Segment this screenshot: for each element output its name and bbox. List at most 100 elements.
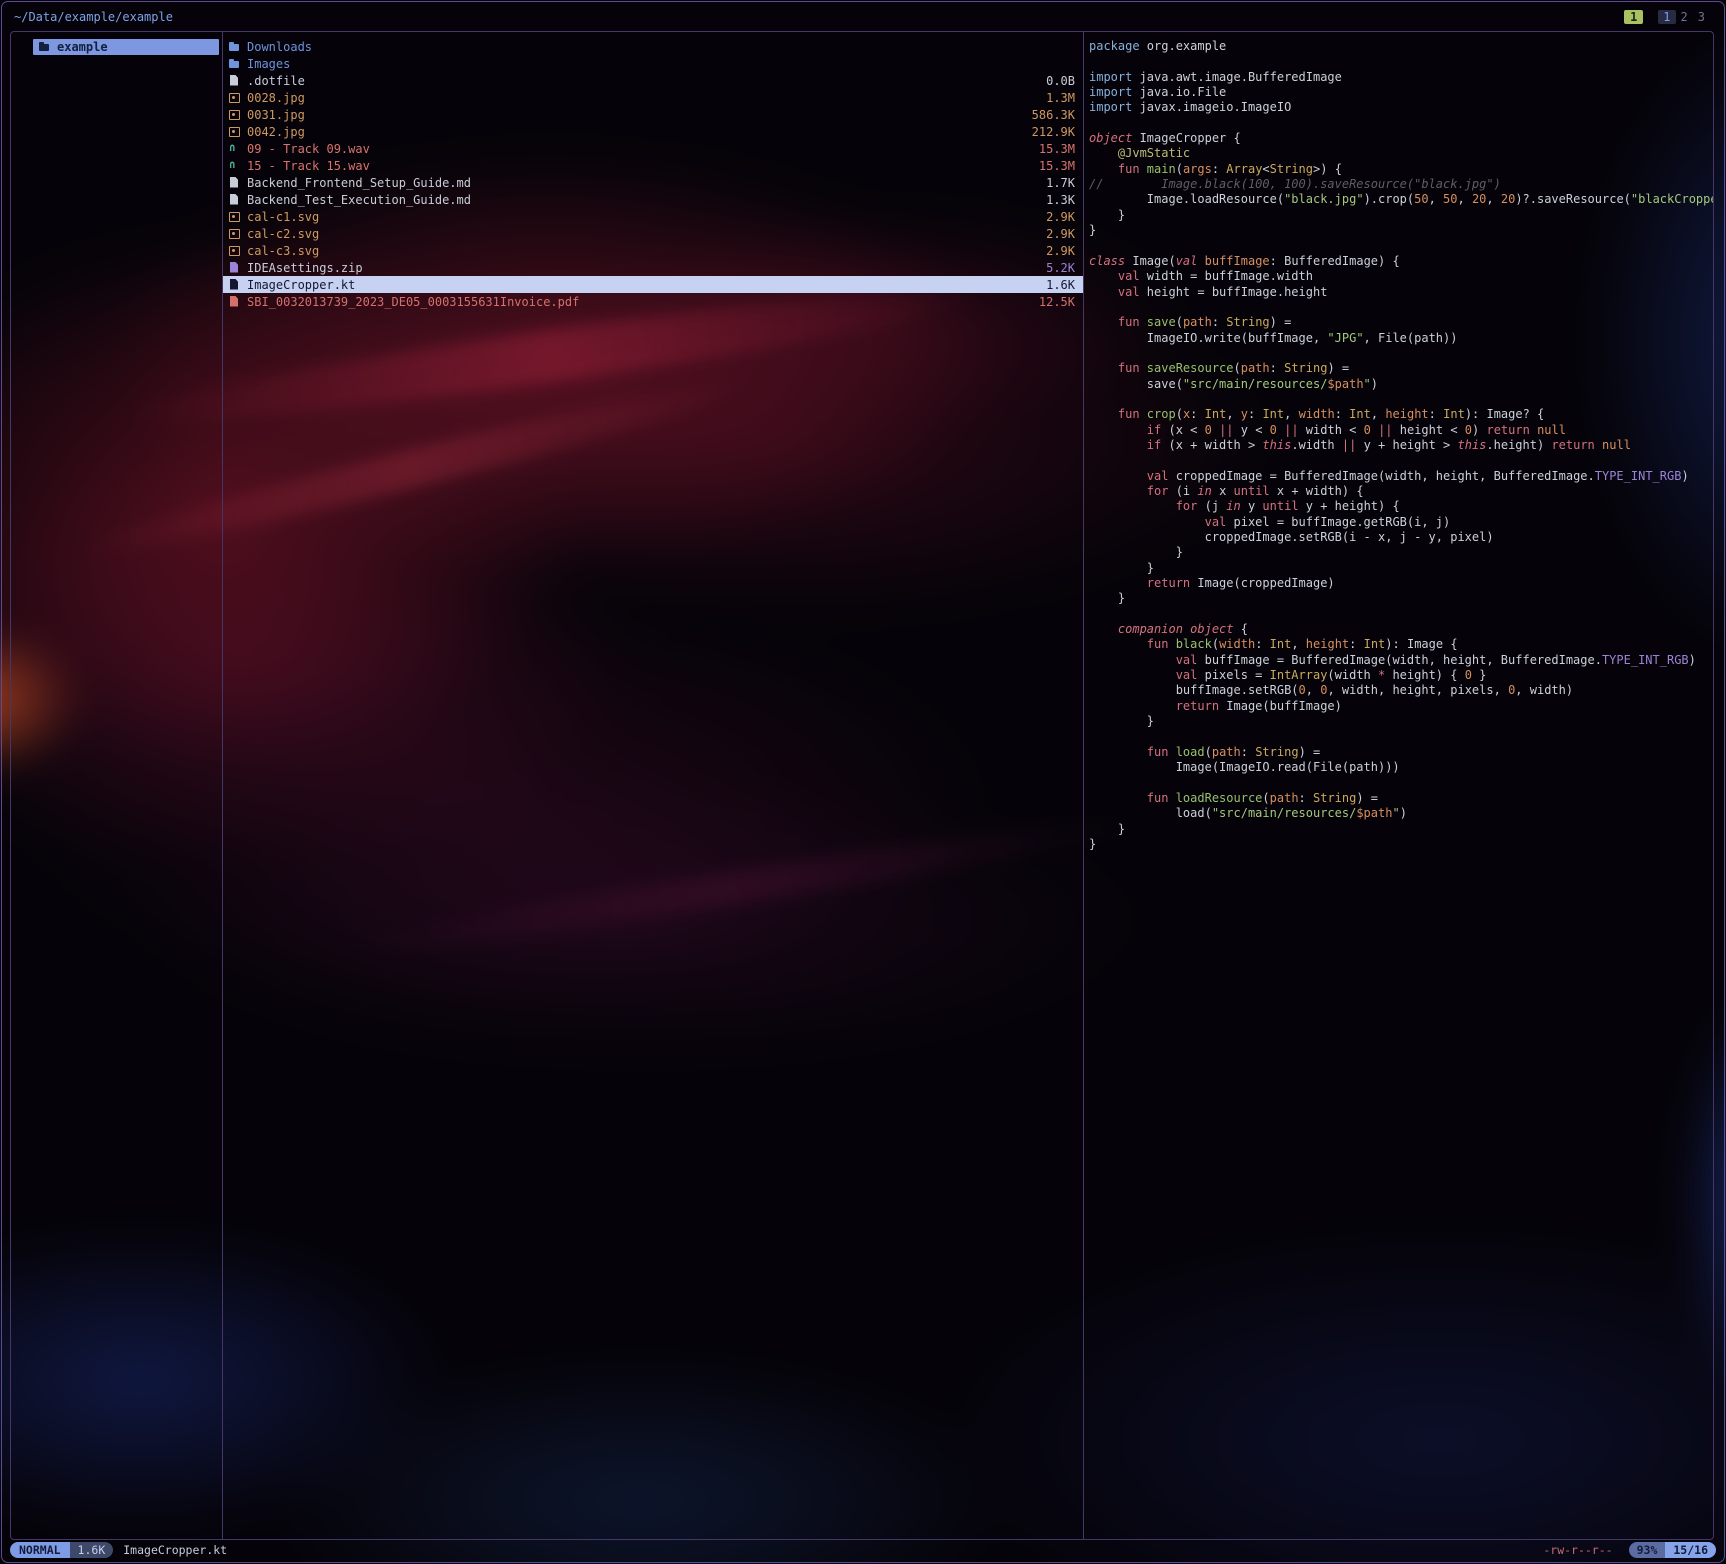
file-row[interactable]: ImageCropper.kt1.6K xyxy=(223,276,1083,293)
file-name: Images xyxy=(247,57,290,71)
file-row[interactable]: 0028.jpg 1.3M xyxy=(223,89,1083,106)
code-line xyxy=(1089,300,1713,315)
code-line xyxy=(1089,607,1713,622)
code-line xyxy=(1089,453,1713,468)
file-name: Backend_Test_Execution_Guide.md xyxy=(247,193,471,207)
preview-pane: package org.example import java.awt.imag… xyxy=(1084,32,1713,1539)
code-line: val width = buffImage.width xyxy=(1089,269,1713,284)
file-row[interactable]: 15 - Track 15.wav15.3M xyxy=(223,157,1083,174)
audio-icon xyxy=(229,143,241,155)
file-row[interactable]: Downloads xyxy=(223,38,1083,55)
file-name: cal-c1.svg xyxy=(247,210,319,224)
code-line: fun saveResource(path: String) = xyxy=(1089,361,1713,376)
image-icon xyxy=(229,109,241,121)
archive-icon xyxy=(229,262,241,274)
code-line: load("src/main/resources/$path") xyxy=(1089,806,1713,821)
code-line: fun save(path: String) = xyxy=(1089,315,1713,330)
code-line: for (i in x until x + width) { xyxy=(1089,484,1713,499)
file-icon xyxy=(229,279,241,291)
code-line: fun crop(x: Int, y: Int, width: Int, hei… xyxy=(1089,407,1713,422)
terminal-screen: ~/Data/example/example 1 123 example Dow… xyxy=(0,0,1726,1564)
code-line: return Image(croppedImage) xyxy=(1089,576,1713,591)
code-line: Image.loadResource("black.jpg").crop(50,… xyxy=(1089,192,1713,207)
code-line: } xyxy=(1089,822,1713,837)
file-name: SBI_0032013739_2023_DE05_0003155631Invoi… xyxy=(247,295,579,309)
parent-directory-item[interactable]: example xyxy=(33,39,219,55)
code-line: import java.io.File xyxy=(1089,85,1713,100)
file-name: 09 - Track 09.wav xyxy=(247,142,370,156)
code-line: } xyxy=(1089,714,1713,729)
code-line: val buffImage = BufferedImage(width, hei… xyxy=(1089,653,1713,668)
markdown-icon xyxy=(229,177,241,189)
code-line: Image(ImageIO.read(File(path))) xyxy=(1089,760,1713,775)
file-size: 0.0B xyxy=(1036,74,1075,88)
code-line: val croppedImage = BufferedImage(width, … xyxy=(1089,469,1713,484)
file-size: 1.3M xyxy=(1036,91,1075,105)
code-line: package org.example xyxy=(1089,39,1713,54)
file-row[interactable]: Images xyxy=(223,55,1083,72)
file-size: 212.9K xyxy=(1022,125,1075,139)
code-line: // Image.black(100, 100).saveResource("b… xyxy=(1089,177,1713,192)
top-bar: ~/Data/example/example 1 123 xyxy=(14,6,1710,28)
tab-3[interactable]: 3 xyxy=(1693,10,1710,24)
code-line: } xyxy=(1089,561,1713,576)
file-name: .dotfile xyxy=(247,74,305,88)
file-row[interactable]: SBI_0032013739_2023_DE05_0003155631Invoi… xyxy=(223,293,1083,310)
panes-container: example DownloadsImages.dotfile0.0B0028.… xyxy=(10,31,1714,1540)
file-name: Backend_Frontend_Setup_Guide.md xyxy=(247,176,471,190)
code-line xyxy=(1089,238,1713,253)
file-name: IDEAsettings.zip xyxy=(247,261,363,275)
code-line xyxy=(1089,54,1713,69)
file-row[interactable]: .dotfile 0.0B xyxy=(223,72,1083,89)
code-line: } xyxy=(1089,591,1713,606)
file-row[interactable]: cal-c1.svg 2.9K xyxy=(223,208,1083,225)
code-line: val height = buffImage.height xyxy=(1089,285,1713,300)
file-row[interactable]: 0031.jpg586.3K xyxy=(223,106,1083,123)
code-line: companion object { xyxy=(1089,622,1713,637)
code-line: fun black(width: Int, height: Int): Imag… xyxy=(1089,637,1713,652)
file-row[interactable]: Backend_Frontend_Setup_Guide.md 1.7K xyxy=(223,174,1083,191)
file-size: 12.5K xyxy=(1029,295,1075,309)
file-size: 2.9K xyxy=(1036,210,1075,224)
tab-1[interactable]: 1 xyxy=(1658,10,1675,24)
file-row[interactable]: cal-c2.svg2.9K xyxy=(223,225,1083,242)
audio-icon xyxy=(229,160,241,172)
code-line: fun main(args: Array<String>) { xyxy=(1089,162,1713,177)
current-directory-pane: DownloadsImages.dotfile0.0B0028.jpg1.3M0… xyxy=(223,32,1084,1539)
file-name: 0042.jpg xyxy=(247,125,305,139)
tab-2[interactable]: 2 xyxy=(1676,10,1693,24)
file-row[interactable]: IDEAsettings.zip5.2K xyxy=(223,259,1083,276)
code-line: fun loadResource(path: String) = xyxy=(1089,791,1713,806)
code-line xyxy=(1089,729,1713,744)
file-size: 1.6K xyxy=(1036,278,1075,292)
code-line xyxy=(1089,116,1713,131)
image-icon xyxy=(229,245,241,257)
status-bar: NORMAL 1.6K ImageCropper.kt -rw-r--r-- 9… xyxy=(10,1542,1716,1558)
file-name: cal-c2.svg xyxy=(247,227,319,241)
file-row[interactable]: Backend_Test_Execution_Guide.md 1.3K xyxy=(223,191,1083,208)
file-row[interactable]: 0042.jpg 212.9K xyxy=(223,123,1083,140)
code-line: if (x < 0 || y < 0 || width < 0 || heigh… xyxy=(1089,423,1713,438)
file-name: 0028.jpg xyxy=(247,91,305,105)
code-line: croppedImage.setRGB(i - x, j - y, pixel) xyxy=(1089,530,1713,545)
code-line: import java.awt.image.BufferedImage xyxy=(1089,70,1713,85)
folder-icon xyxy=(39,41,51,53)
parent-directory-list: example xyxy=(11,39,222,55)
file-size: 1.3K xyxy=(1036,193,1075,207)
file-name: 15 - Track 15.wav xyxy=(247,159,370,173)
code-line xyxy=(1089,776,1713,791)
file-size: 15.3M xyxy=(1029,142,1075,156)
breadcrumb-path: ~/Data/example/example xyxy=(14,10,173,24)
file-size: 1.7K xyxy=(1036,176,1075,190)
pdf-icon xyxy=(229,296,241,308)
yazi-file-manager-window: ~/Data/example/example 1 123 example Dow… xyxy=(1,1,1725,1563)
mode-badge: NORMAL xyxy=(10,1542,70,1558)
folder-icon xyxy=(229,41,241,53)
file-row[interactable]: cal-c3.svg2.9K xyxy=(223,242,1083,259)
code-line xyxy=(1089,346,1713,361)
file-row[interactable]: 09 - Track 09.wav 15.3M xyxy=(223,140,1083,157)
file-list: DownloadsImages.dotfile0.0B0028.jpg1.3M0… xyxy=(223,38,1083,310)
code-line: object ImageCropper { xyxy=(1089,131,1713,146)
code-line: buffImage.setRGB(0, 0, width, height, pi… xyxy=(1089,683,1713,698)
code-line: } xyxy=(1089,223,1713,238)
